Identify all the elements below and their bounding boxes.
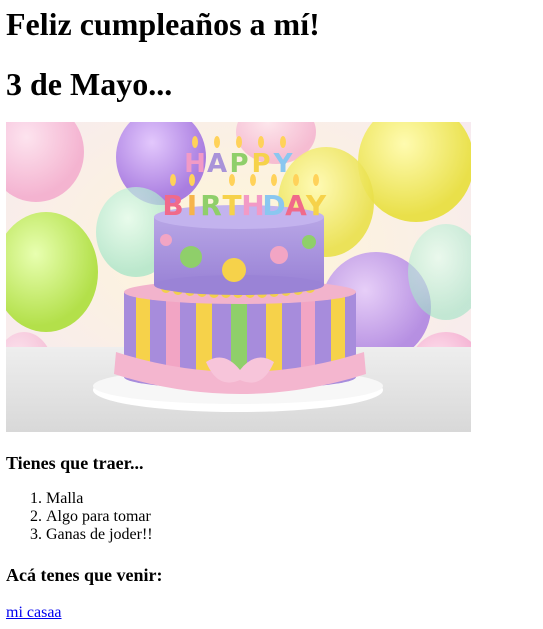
svg-text:A: A xyxy=(285,189,307,222)
list-item: Malla xyxy=(46,490,153,508)
page-title: Feliz cumpleaños a mí! xyxy=(6,6,320,42)
svg-text:T: T xyxy=(222,189,241,222)
svg-text:R: R xyxy=(200,189,222,222)
svg-text:Y: Y xyxy=(273,149,294,179)
bring-list: Malla Algo para tomar Ganas de joder!! xyxy=(6,490,153,544)
list-item: Ganas de joder!! xyxy=(46,526,153,544)
svg-text:B: B xyxy=(162,189,183,222)
svg-text:H: H xyxy=(241,189,264,222)
location-section-title: Acá tenes que venir: xyxy=(6,565,163,585)
list-item: Algo para tomar xyxy=(46,508,153,526)
event-date-heading: 3 de Mayo... xyxy=(6,66,173,102)
svg-text:A: A xyxy=(207,149,227,179)
location-link[interactable]: mi casaa xyxy=(6,604,62,622)
svg-text:Y: Y xyxy=(305,189,327,222)
bring-section-title: Tienes que traer... xyxy=(6,453,144,473)
svg-text:D: D xyxy=(262,189,285,222)
svg-text:P: P xyxy=(251,149,270,179)
svg-text:I: I xyxy=(187,189,197,222)
svg-text:H: H xyxy=(184,149,206,179)
birthday-cake-image: H A P P Y B I R T H D A Y xyxy=(6,122,471,432)
